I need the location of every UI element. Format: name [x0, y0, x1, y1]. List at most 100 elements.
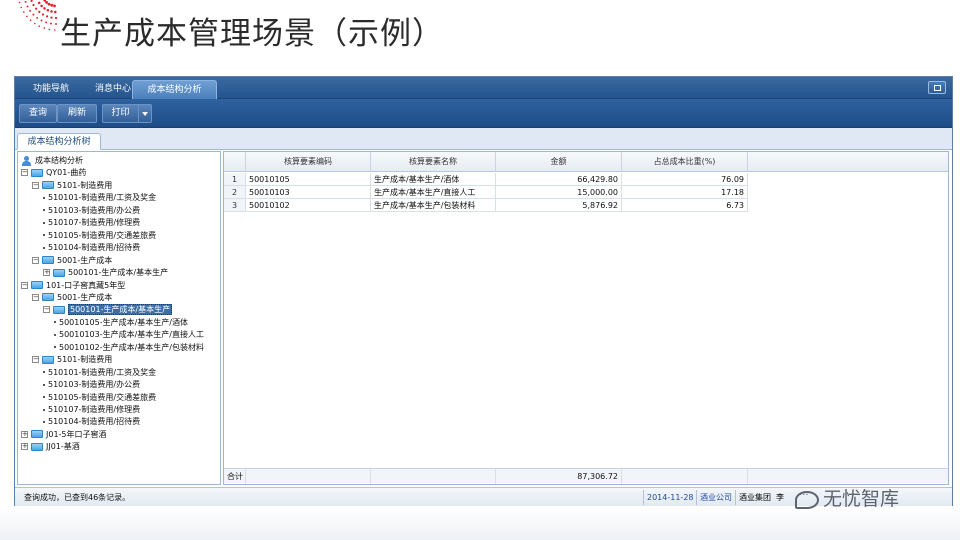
collapse-icon[interactable]: − — [32, 256, 39, 264]
total-name-cell — [371, 469, 496, 484]
tab-function-nav[interactable]: 功能导航 — [21, 80, 81, 99]
collapse-icon[interactable]: − — [32, 181, 39, 189]
tree-leaf[interactable]: 510101-制造费用/工资及奖金 — [43, 192, 156, 204]
refresh-button[interactable]: 刷新 — [57, 104, 97, 123]
logo-dot — [29, 19, 32, 22]
logo-dot — [38, 25, 41, 28]
restore-window-button[interactable] — [928, 81, 946, 94]
tree-node-label: QY01-曲药 — [46, 168, 87, 178]
logo-dot — [35, 7, 38, 10]
logo-dot — [40, 19, 43, 22]
logo-dot — [18, 1, 21, 4]
tree-node-label: 5101-制造费用 — [57, 355, 113, 365]
name-cell: 生产成本/基本生产/包装材料 — [371, 199, 496, 212]
logo-dot — [43, 7, 46, 10]
bullet-icon — [43, 196, 45, 199]
tree-node[interactable]: − 5001-生产成本 — [32, 292, 112, 304]
total-code-cell — [246, 469, 371, 484]
logo-dot — [26, 15, 28, 18]
collapse-icon[interactable]: − — [32, 356, 39, 364]
grid-col-name[interactable]: 核算要素名称 — [371, 152, 496, 172]
table-row[interactable]: 3 50010102 生产成本/基本生产/包装材料 5,876.92 6.73 — [224, 199, 948, 212]
print-button[interactable]: 打印 — [102, 104, 139, 123]
watermark-text: 无忧智库 — [823, 488, 900, 510]
tree-root[interactable]: 成本结构分析 — [21, 155, 83, 167]
tree-leaf[interactable]: 510104-制造费用/招待费 — [43, 242, 140, 254]
tree-node-label: JJ01-基酒 — [46, 442, 80, 452]
grid-col-percent[interactable]: 占总成本比重(%) — [622, 152, 748, 172]
folder-icon — [31, 168, 43, 177]
tree-node[interactable]: + JJ01-基酒 — [21, 441, 80, 453]
tree-node-label: 5001-生产成本 — [57, 255, 113, 265]
tree-node-label: 5001-生产成本 — [57, 292, 113, 302]
tree-node[interactable]: +500101-生产成本/基本生产 — [43, 267, 168, 279]
bullet-icon — [43, 383, 45, 386]
tree-leaf[interactable]: 510107-制造费用/修理费 — [43, 217, 140, 229]
tab-cost-structure-analysis[interactable]: 成本结构分析 — [132, 80, 217, 99]
user-group-icon — [21, 155, 33, 166]
tree-node-label: 500101-生产成本/基本生产 — [68, 268, 169, 278]
total-label: 合计 — [224, 469, 246, 484]
logo-dot — [54, 16, 58, 20]
folder-icon — [53, 305, 65, 314]
logo-dot — [48, 28, 51, 31]
tree-leaf[interactable]: 510105-制造费用/交通差旅费 — [43, 392, 156, 404]
tree-node-label: 50010103-生产成本/基本生产/直接人工 — [59, 330, 204, 340]
tree-node[interactable]: − QY01-曲药 — [21, 167, 86, 179]
table-row[interactable]: 2 50010103 生产成本/基本生产/直接人工 15,000.00 17.18 — [224, 186, 948, 199]
expand-icon[interactable]: + — [43, 269, 50, 277]
tree-leaf[interactable]: 50010102-生产成本/基本生产/包装材料 — [54, 342, 204, 354]
tree-node[interactable]: − 5101-制造费用 — [32, 180, 112, 192]
folder-icon — [42, 256, 54, 265]
bullet-icon — [43, 408, 45, 411]
tree-node-label: 成本结构分析 — [35, 156, 83, 165]
tree-node[interactable]: + J01-5年口子窖酒 — [21, 429, 107, 441]
bullet-icon — [43, 420, 45, 423]
tree-node[interactable]: − 500101-生产成本/基本生产 — [43, 304, 173, 316]
query-button[interactable]: 查询 — [19, 104, 57, 123]
tree-node[interactable]: − 5101-制造费用 — [32, 354, 112, 366]
collapse-icon[interactable]: − — [21, 281, 28, 289]
tree-leaf[interactable]: 510103-制造费用/办公费 — [43, 205, 140, 217]
table-row[interactable]: 1 50010105 生产成本/基本生产/酒体 66,429.80 76.09 — [224, 173, 948, 186]
chevron-down-icon — [142, 112, 148, 116]
tree-leaf[interactable]: 50010103-生产成本/基本生产/直接人工 — [54, 329, 204, 341]
logo-dot — [36, 16, 39, 19]
logo-dot — [53, 4, 56, 8]
restore-icon — [934, 85, 941, 91]
tab-cost-structure-tree[interactable]: 成本结构分析树 — [17, 133, 101, 150]
expand-icon[interactable]: + — [21, 430, 28, 438]
tree-node-label: 50010105-生产成本/基本生产/酒体 — [59, 317, 188, 327]
expand-icon[interactable]: + — [21, 443, 28, 451]
slide-title: 生产成本管理场景（示例） — [60, 16, 444, 52]
tree-leaf[interactable]: 510105-制造费用/交通差旅费 — [43, 230, 156, 242]
tree-leaf[interactable]: 510104-制造费用/招待费 — [43, 416, 140, 428]
tree-leaf[interactable]: 510107-制造费用/修理费 — [43, 404, 140, 416]
grid-col-amount[interactable]: 金额 — [496, 152, 622, 172]
tree-leaf[interactable]: 510101-制造费用/工资及奖金 — [43, 367, 156, 379]
tree-leaf[interactable]: 50010105-生产成本/基本生产/酒体 — [54, 317, 188, 329]
status-company: 酒业公司 — [696, 490, 735, 505]
logo-dot — [29, 9, 32, 12]
status-date: 2014-11-28 — [643, 490, 697, 505]
dotted-logo-icon — [18, 0, 58, 31]
collapse-icon[interactable]: − — [32, 293, 39, 301]
collapse-icon[interactable]: − — [21, 169, 28, 177]
code-cell: 50010103 — [246, 186, 371, 199]
total-percent-cell — [622, 469, 748, 484]
print-dropdown-button[interactable] — [139, 104, 152, 123]
grid-col-code[interactable]: 核算要素编码 — [246, 152, 371, 172]
tree-node[interactable]: − 5001-生产成本 — [32, 255, 112, 267]
bullet-icon — [43, 246, 45, 249]
collapse-icon[interactable]: − — [43, 306, 50, 314]
logo-dot — [43, 27, 46, 29]
app-window: 功能导航 消息中心 成本结构分析 查询 刷新 打印 成本结构分析树 成本结构分析… — [14, 76, 953, 506]
tree-node[interactable]: − 101-口子窖真藏5年型 — [21, 280, 125, 292]
folder-icon — [42, 181, 54, 190]
logo-dot — [55, 23, 57, 25]
bullet-icon — [43, 221, 45, 224]
grid-rownum-header — [224, 152, 246, 172]
tree-node-label: 101-口子窖真藏5年型 — [46, 280, 126, 290]
tree-leaf[interactable]: 510103-制造费用/办公费 — [43, 379, 140, 391]
bullet-icon — [43, 209, 45, 212]
